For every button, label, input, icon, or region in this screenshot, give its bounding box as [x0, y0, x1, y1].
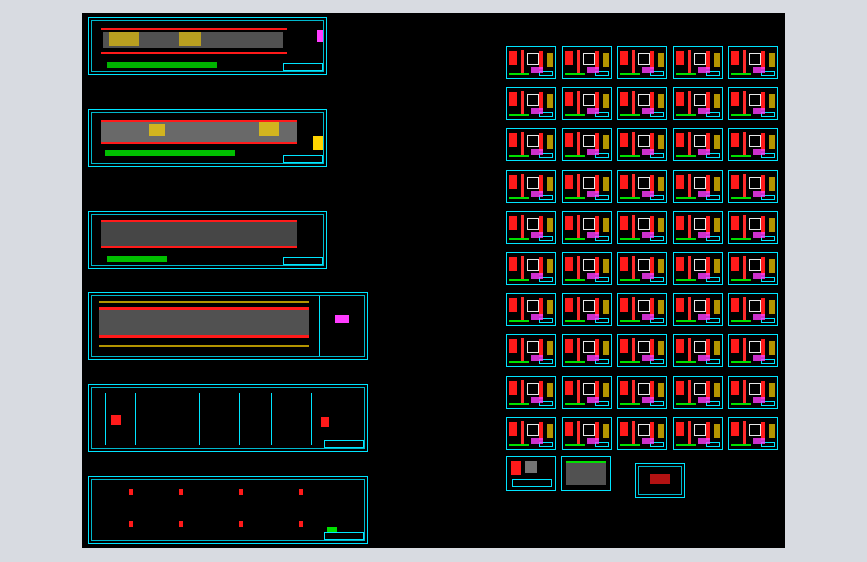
detail-sheet-thumbnail[interactable]: [561, 210, 612, 244]
drawing-sheet-column-elevation[interactable]: [88, 384, 368, 452]
detail-sheet-thumbnail[interactable]: [617, 46, 667, 79]
detail-sheet-thumbnail[interactable]: [617, 334, 667, 368]
detail-sheet-thumbnail[interactable]: [672, 87, 723, 121]
detail-sheet-thumbnail[interactable]: [728, 87, 778, 121]
detail-sheet-thumbnail[interactable]: [506, 46, 556, 79]
detail-sheet-thumbnail[interactable]: [561, 252, 612, 285]
detail-sheet-thumbnail[interactable]: [506, 252, 556, 285]
drawing-sheet-detail-bottom[interactable]: [506, 456, 556, 491]
detail-sheet-thumbnail[interactable]: [617, 169, 667, 203]
detail-sheet-thumbnail[interactable]: [728, 210, 778, 244]
detail-sheet-thumbnail[interactable]: [728, 169, 778, 203]
detail-sheet-thumbnail[interactable]: [506, 169, 556, 203]
detail-sheet-thumbnail[interactable]: [672, 169, 723, 203]
drawing-sheet-schedule-table[interactable]: [561, 456, 611, 491]
detail-sheet-thumbnail[interactable]: [672, 128, 723, 162]
detail-sheet-thumbnail[interactable]: [672, 375, 723, 409]
detail-sheet-thumbnail[interactable]: [672, 46, 723, 79]
detail-sheet-thumbnail[interactable]: [617, 416, 667, 450]
detail-sheet-thumbnail[interactable]: [728, 293, 778, 327]
detail-sheet-thumbnail[interactable]: [728, 252, 778, 285]
detail-sheet-thumbnail[interactable]: [506, 87, 556, 121]
detail-sheet-thumbnail[interactable]: [728, 46, 778, 79]
detail-sheet-thumbnail[interactable]: [561, 416, 612, 450]
detail-sheet-thumbnail[interactable]: [672, 252, 723, 285]
detail-sheet-thumbnail[interactable]: [506, 210, 556, 244]
detail-sheet-thumbnail[interactable]: [728, 334, 778, 368]
detail-sheet-thumbnail[interactable]: [561, 169, 612, 203]
detail-sheet-thumbnail[interactable]: [617, 210, 667, 244]
detail-sheet-thumbnail[interactable]: [672, 293, 723, 327]
detail-sheet-thumbnail[interactable]: [561, 46, 612, 79]
drawing-sheet-title-block[interactable]: [635, 463, 685, 498]
detail-sheet-thumbnail[interactable]: [617, 128, 667, 162]
detail-sheet-thumbnail[interactable]: [617, 87, 667, 121]
drawing-sheet-pier-layout[interactable]: [88, 476, 368, 544]
drawing-sheet-framing-plan[interactable]: [88, 292, 368, 360]
detail-sheet-thumbnail[interactable]: [506, 334, 556, 368]
detail-sheet-thumbnail[interactable]: [506, 375, 556, 409]
detail-sheet-thumbnail[interactable]: [506, 293, 556, 327]
detail-sheet-thumbnail[interactable]: [728, 416, 778, 450]
detail-sheet-thumbnail[interactable]: [561, 293, 612, 327]
drawing-sheet-strip-plan-1[interactable]: [88, 17, 327, 75]
detail-sheet-thumbnail[interactable]: [561, 375, 612, 409]
detail-sheet-thumbnail[interactable]: [561, 334, 612, 368]
drawing-sheet-strip-plan-2[interactable]: [88, 109, 327, 167]
cad-model-space[interactable]: [82, 13, 785, 548]
drawing-sheet-strip-plan-3[interactable]: [88, 211, 327, 269]
detail-sheet-thumbnail[interactable]: [617, 252, 667, 285]
detail-sheet-thumbnail[interactable]: [672, 416, 723, 450]
detail-sheet-thumbnail[interactable]: [561, 87, 612, 121]
detail-sheet-thumbnail[interactable]: [617, 293, 667, 327]
detail-sheet-thumbnail[interactable]: [672, 334, 723, 368]
detail-sheet-thumbnail[interactable]: [561, 128, 612, 162]
detail-sheet-thumbnail[interactable]: [617, 375, 667, 409]
detail-sheet-thumbnail[interactable]: [728, 375, 778, 409]
detail-sheet-thumbnail[interactable]: [506, 128, 556, 162]
detail-sheet-thumbnail[interactable]: [506, 416, 556, 450]
detail-sheet-thumbnail[interactable]: [672, 210, 723, 244]
detail-sheet-thumbnail[interactable]: [728, 128, 778, 162]
